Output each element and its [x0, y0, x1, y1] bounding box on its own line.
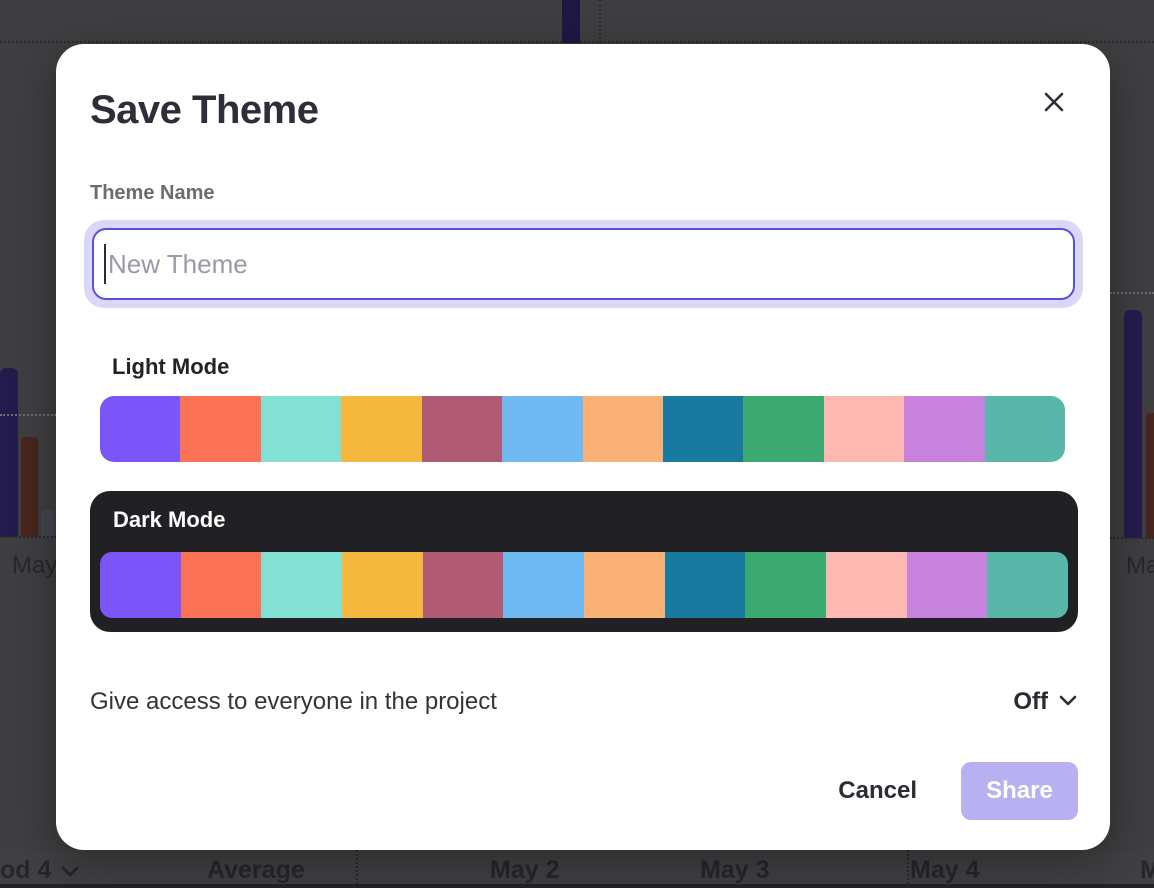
backdrop-period-dropdown: od 4: [0, 856, 79, 885]
share-button[interactable]: Share: [961, 762, 1078, 820]
palette-swatch: [423, 552, 504, 618]
palette-swatch: [181, 552, 262, 618]
backdrop-header-may2: May 2: [490, 856, 559, 885]
dialog-title: Save Theme: [90, 88, 318, 133]
backdrop-header-may3: May 3: [700, 856, 769, 885]
backdrop-axis-line-right: [1110, 537, 1154, 539]
backdrop-reference-line-right: [1110, 292, 1154, 294]
palette-swatch: [907, 552, 988, 618]
backdrop-dotted-divider: [599, 0, 601, 43]
palette-swatch: [502, 396, 582, 462]
palette-swatch: [663, 396, 743, 462]
theme-name-input[interactable]: [92, 228, 1075, 300]
close-icon: [1042, 90, 1066, 117]
palette-swatch: [987, 552, 1068, 618]
backdrop-bar-top: [562, 0, 580, 43]
palette-swatch: [180, 396, 260, 462]
dark-mode-card: Dark Mode: [90, 491, 1078, 632]
backdrop-table-header-row: [0, 850, 1154, 888]
backdrop-bar-indigo-right: [1124, 310, 1142, 538]
dialog-actions: Cancel Share: [90, 762, 1078, 820]
backdrop-bottom-edge: [0, 884, 1154, 888]
palette-swatch: [100, 552, 181, 618]
palette-swatch: [100, 396, 180, 462]
palette-swatch: [261, 396, 341, 462]
dark-mode-label: Dark Mode: [113, 507, 225, 533]
backdrop-period-label: od 4: [0, 856, 51, 885]
palette-swatch: [503, 552, 584, 618]
backdrop-axis-label-ma: Ma: [1126, 552, 1154, 580]
palette-swatch: [583, 396, 663, 462]
palette-swatch: [261, 552, 342, 618]
palette-swatch: [985, 396, 1065, 462]
save-theme-dialog: Save Theme Theme Name Light Mode Dark Mo…: [56, 44, 1110, 850]
access-label: Give access to everyone in the project: [90, 688, 497, 716]
access-dropdown-value: Off: [1013, 688, 1048, 716]
backdrop-header-may4: May 4: [910, 856, 979, 885]
chevron-down-icon: [61, 856, 79, 885]
palette-swatch: [422, 396, 502, 462]
backdrop-axis-label-may: May: [12, 552, 57, 580]
light-mode-label: Light Mode: [112, 354, 229, 380]
backdrop-bar-maroon-left: [21, 437, 38, 537]
cancel-button[interactable]: Cancel: [838, 777, 917, 805]
backdrop-column-separator: [907, 850, 909, 884]
chevron-down-icon: [1058, 694, 1078, 711]
theme-name-label: Theme Name: [90, 182, 215, 205]
palette-swatch: [743, 396, 823, 462]
backdrop-header-average: Average: [207, 856, 305, 885]
backdrop-header-partial: M: [1140, 856, 1154, 885]
palette-swatch: [341, 396, 421, 462]
palette-swatch: [745, 552, 826, 618]
palette-swatch: [904, 396, 984, 462]
access-dropdown[interactable]: Off: [1013, 688, 1078, 716]
theme-name-focus-ring: [84, 220, 1083, 308]
close-button[interactable]: [1033, 82, 1075, 124]
backdrop-column-separator: [356, 850, 358, 884]
backdrop-reference-line-left: [0, 414, 56, 416]
backdrop-axis-line-left: [0, 536, 56, 538]
light-mode-palette: [100, 396, 1065, 462]
palette-swatch: [342, 552, 423, 618]
palette-swatch: [824, 396, 904, 462]
palette-swatch: [665, 552, 746, 618]
access-row: Give access to everyone in the project O…: [90, 680, 1078, 724]
backdrop-bar-indigo-left: [0, 368, 18, 537]
text-caret: [104, 244, 106, 284]
palette-swatch: [584, 552, 665, 618]
palette-swatch: [826, 552, 907, 618]
backdrop-bar-gray-left: [41, 510, 54, 537]
dark-mode-palette: [100, 552, 1068, 618]
backdrop-bar-maroon-right: [1146, 413, 1154, 538]
